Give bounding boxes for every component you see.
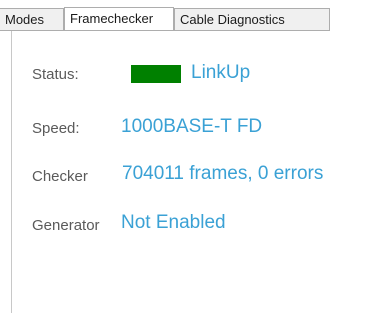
generator-label: Generator: [32, 217, 100, 234]
tab-bar-divider: [0, 30, 330, 31]
checker-value: 704011 frames, 0 errors: [122, 163, 324, 184]
panel-left-border: [11, 31, 12, 313]
speed-value: 1000BASE-T FD: [121, 116, 263, 137]
status-label: Status:: [32, 66, 79, 83]
tab-modes[interactable]: Modes: [0, 8, 64, 30]
generator-value: Not Enabled: [121, 212, 226, 233]
tab-cable-diagnostics[interactable]: Cable Diagnostics: [174, 8, 330, 30]
tab-bar: Modes Framechecker Cable Diagnostics: [0, 7, 389, 31]
status-indicator: [131, 65, 181, 83]
checker-label: Checker: [32, 168, 88, 185]
tab-framechecker[interactable]: Framechecker: [64, 7, 174, 30]
status-value: LinkUp: [191, 62, 251, 83]
speed-label: Speed:: [32, 120, 80, 137]
